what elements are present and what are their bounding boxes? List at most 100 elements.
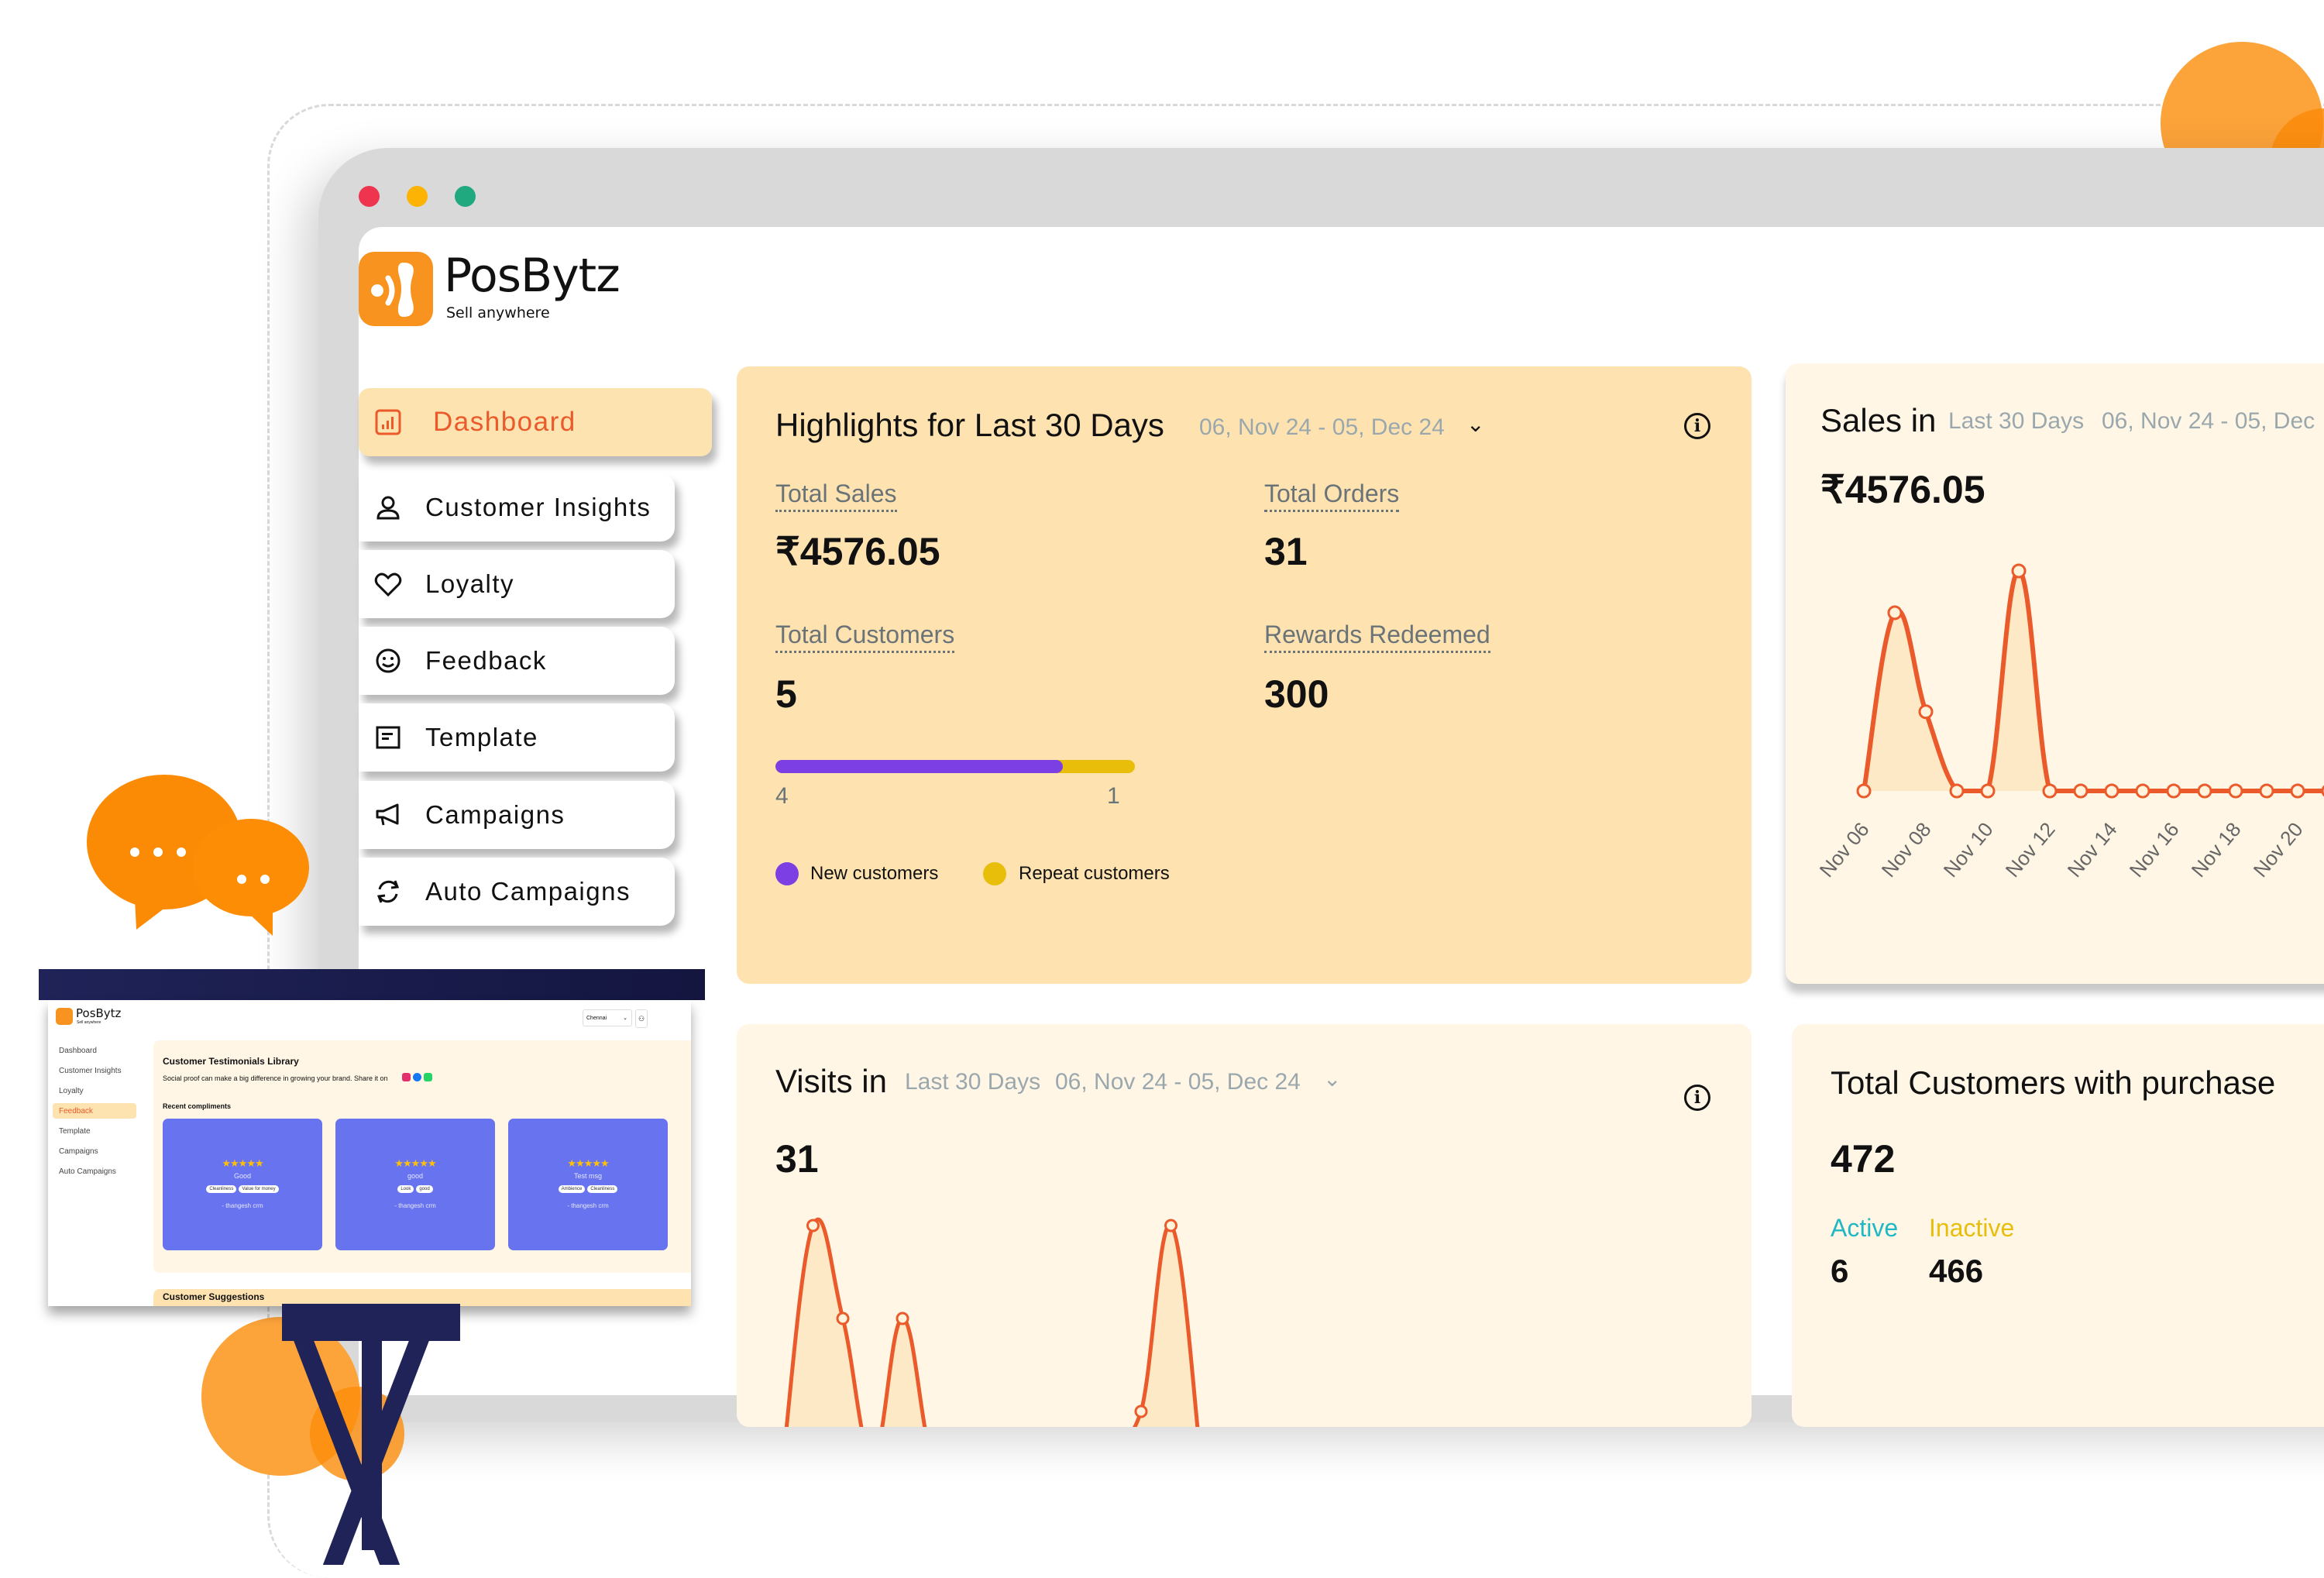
testimonial-tags: Look good — [335, 1185, 495, 1193]
testimonial-card[interactable]: ★★★★★ good Look good - thangesh crm — [335, 1119, 495, 1250]
whatsapp-icon[interactable] — [424, 1073, 432, 1081]
facebook-icon[interactable] — [413, 1073, 421, 1081]
total-orders-label: Total Orders — [1264, 480, 1400, 512]
testimonial-card[interactable]: ★★★★★ Test msg Ambience Cleanliness - thange… — [508, 1119, 668, 1250]
sidebar-item-label: Loyalty — [425, 569, 515, 598]
tag-chip: Cleanliness — [587, 1185, 618, 1193]
sales-point[interactable] — [1980, 783, 1996, 799]
template-icon — [373, 722, 404, 753]
sidebar-item-customer-insights[interactable]: Customer Insights — [359, 473, 675, 541]
sales-point[interactable] — [1918, 704, 1934, 720]
tag-chip: Value for money — [239, 1185, 279, 1193]
visits-title: Visits in — [775, 1063, 887, 1099]
mini-logo-icon — [56, 1008, 73, 1025]
mini-nav-item[interactable]: Dashboard — [59, 1043, 97, 1058]
rewards-redeemed-label: Rewards Redeemed — [1264, 621, 1490, 653]
sales-date-range[interactable]: 06, Nov 24 - 05, Dec — [2102, 408, 2315, 435]
sales-point[interactable] — [1887, 605, 1903, 621]
visits-point[interactable] — [896, 1312, 909, 1325]
sales-point[interactable] — [1856, 783, 1872, 799]
highlights-title: Highlights for Last 30 Days — [775, 407, 1164, 443]
testimonial-author: - thangesh crm — [394, 1202, 436, 1209]
inactive-label: Inactive — [1929, 1214, 2015, 1242]
testimonial-message: Test msg — [573, 1172, 602, 1180]
sales-point[interactable] — [2197, 783, 2212, 799]
window-maximize-dot[interactable] — [455, 186, 476, 207]
sidebar-item-label: Campaigns — [425, 800, 566, 829]
sales-point[interactable] — [2259, 783, 2274, 799]
sales-period[interactable]: Last 30 Days — [1948, 408, 2084, 435]
visits-period[interactable]: Last 30 Days — [905, 1069, 1040, 1095]
sales-point[interactable] — [2135, 783, 2150, 799]
mini-nav-item[interactable]: Template — [59, 1123, 91, 1139]
visits-point[interactable] — [806, 1219, 820, 1232]
new-customers-legend-dot — [775, 862, 799, 885]
sidebar-item-feedback[interactable]: Feedback — [359, 627, 675, 695]
new-customers-segment — [775, 760, 1064, 773]
highlights-date-range[interactable]: 06, Nov 24 - 05, Dec 24 — [1199, 414, 1445, 441]
visits-point[interactable] — [836, 1312, 850, 1325]
sales-point[interactable] — [2042, 783, 2058, 799]
mini-location-select[interactable]: Chennai ⌄ — [583, 1009, 632, 1026]
sales-point[interactable] — [2011, 563, 2027, 579]
sales-title: Sales in — [1820, 402, 1937, 438]
sales-point[interactable] — [2166, 783, 2181, 799]
sidebar-item-loyalty[interactable]: Loyalty — [359, 550, 675, 618]
testimonial-tags: Cleanliness Value for money — [163, 1185, 322, 1193]
window-close-dot[interactable] — [359, 186, 380, 207]
star-rating: ★★★★★ — [394, 1157, 436, 1169]
sales-point[interactable] — [2073, 783, 2089, 799]
heart-icon — [373, 569, 404, 600]
sales-area-fill — [1864, 571, 2324, 791]
mini-section-desc: Social proof can make a big difference i… — [163, 1074, 388, 1082]
info-icon[interactable]: i — [1684, 1085, 1710, 1111]
testimonial-message: good — [407, 1172, 424, 1180]
sales-point[interactable] — [1949, 783, 1965, 799]
sidebar-item-dashboard[interactable]: Dashboard — [359, 388, 712, 456]
visits-date-range[interactable]: 06, Nov 24 - 05, Dec 24 — [1055, 1069, 1301, 1095]
repeat-customers-count: 1 — [1107, 783, 1120, 809]
sidebar-item-label: Feedback — [425, 646, 547, 675]
sales-x-tick-label: Nov 12 — [2001, 818, 2060, 882]
mini-user-icon[interactable]: ⚇ — [635, 1009, 648, 1028]
brand-name: PosBytz — [444, 249, 621, 303]
tag-chip: Cleanliness — [206, 1185, 237, 1193]
logo-icon — [359, 252, 433, 326]
visits-point[interactable] — [1134, 1404, 1148, 1418]
sidebar-item-auto-campaigns[interactable]: Auto Campaigns — [359, 858, 675, 926]
total-customers-label: Total Customers — [775, 621, 955, 653]
chevron-down-icon[interactable]: ⌄ — [1323, 1066, 1341, 1092]
visits-point[interactable] — [1164, 1219, 1177, 1232]
visits-card: Visits in Last 30 Days 06, Nov 24 - 05, … — [737, 1024, 1752, 1427]
sidebar-item-label: Template — [425, 723, 538, 751]
testimonial-card[interactable]: ★★★★★ Good Cleanliness Value for money - tha… — [163, 1119, 322, 1250]
info-icon[interactable]: i — [1684, 413, 1710, 439]
visits-chart — [784, 1217, 1200, 1427]
sales-point[interactable] — [2228, 783, 2243, 799]
mini-next-section-title: Customer Suggestions — [163, 1291, 265, 1302]
rewards-redeemed-value: 300 — [1264, 672, 1329, 716]
sidebar-item-template[interactable]: Template — [359, 703, 675, 772]
mini-nav-item-active[interactable]: Feedback — [53, 1103, 136, 1119]
sidebar-item-label: Customer Insights — [425, 493, 651, 521]
user-icon — [373, 492, 404, 523]
testimonial-message: Good — [233, 1172, 252, 1180]
instagram-icon[interactable] — [402, 1073, 411, 1081]
active-label: Active — [1831, 1214, 1899, 1242]
sales-point[interactable] — [2290, 783, 2305, 799]
visits-value: 31 — [775, 1137, 819, 1181]
sidebar-item-label: Auto Campaigns — [425, 877, 631, 906]
mini-nav-item[interactable]: Customer Insights — [59, 1063, 122, 1078]
chevron-down-icon[interactable]: ⌄ — [1466, 411, 1484, 437]
window-minimize-dot[interactable] — [407, 186, 428, 207]
tag-chip: Look — [397, 1185, 414, 1193]
tag-chip: good — [416, 1185, 433, 1193]
sidebar-item-campaigns[interactable]: Campaigns — [359, 781, 675, 849]
brand-tagline: Sell anywhere — [446, 304, 550, 321]
sales-point[interactable] — [2104, 783, 2119, 799]
mini-location-value: Chennai — [586, 1016, 607, 1021]
mini-nav-item[interactable]: Auto Campaigns — [59, 1164, 116, 1179]
mini-nav-item[interactable]: Campaigns — [59, 1143, 98, 1159]
megaphone-icon — [373, 799, 404, 830]
mini-nav-item[interactable]: Loyalty — [59, 1083, 84, 1098]
